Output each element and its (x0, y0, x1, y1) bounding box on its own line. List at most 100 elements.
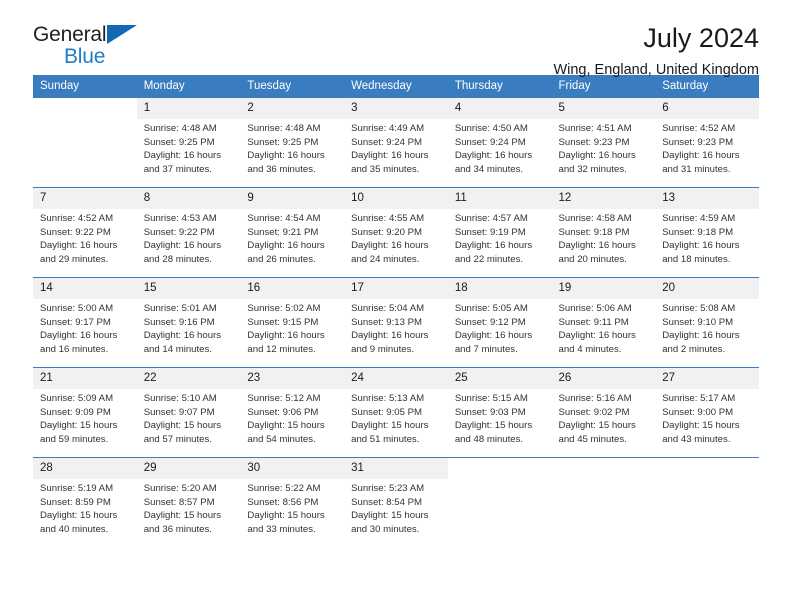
calendar-day-cell[interactable]: 16 Sunrise: 5:02 AM Sunset: 9:15 PM Dayligh… (240, 277, 345, 368)
day-cell-inner: 3 Sunrise: 4:49 AM Sunset: 9:24 PM Daylight… (344, 98, 448, 187)
daylight-line2-text: and 35 minutes. (351, 163, 420, 175)
calendar-day-cell[interactable]: 21 Sunrise: 5:09 AM Sunset: 9:09 PM Dayligh… (33, 367, 137, 458)
daylight-line2-text: and 18 minutes. (662, 253, 731, 265)
calendar-day-cell[interactable]: 24 Sunrise: 5:13 AM Sunset: 9:05 PM Dayligh… (344, 367, 448, 458)
calendar-day-cell[interactable]: 31 Sunrise: 5:23 AM Sunset: 8:54 PM Dayligh… (344, 457, 448, 548)
day-cell-inner (33, 98, 137, 187)
day-number: 30 (240, 458, 345, 479)
day-cell-inner: 31 Sunrise: 5:23 AM Sunset: 8:54 PM Dayligh… (344, 458, 448, 548)
sunset-text: Sunset: 9:09 PM (40, 406, 111, 418)
calendar-day-cell[interactable]: 28 Sunrise: 5:19 AM Sunset: 8:59 PM Dayligh… (33, 457, 137, 548)
day-number: 1 (136, 98, 241, 119)
generalblue-logo[interactable]: General Blue (33, 24, 233, 72)
sunset-text: Sunset: 9:11 PM (558, 316, 629, 328)
calendar-day-cell[interactable]: 11 Sunrise: 4:57 AM Sunset: 9:19 PM Dayligh… (447, 187, 552, 278)
daylight-line1-text: Daylight: 16 hours (143, 150, 222, 162)
sunrise-text: Sunrise: 4:52 AM (662, 123, 736, 134)
sunrise-text: Sunrise: 5:20 AM (143, 483, 217, 494)
calendar-day-cell[interactable]: 20 Sunrise: 5:08 AM Sunset: 9:10 PM Dayligh… (655, 277, 759, 368)
sunrise-text: Sunrise: 4:54 AM (247, 213, 321, 224)
daylight-line2-text: and 48 minutes. (454, 433, 524, 445)
daylight-line1-text: Daylight: 15 hours (351, 420, 429, 432)
sunset-text: Sunset: 9:25 PM (247, 136, 319, 148)
sunset-text: Sunset: 9:00 PM (662, 406, 734, 418)
day-number: 22 (136, 368, 241, 389)
daylight-line1-text: Daylight: 15 hours (143, 420, 222, 432)
calendar-day-cell[interactable]: 17 Sunrise: 5:04 AM Sunset: 9:13 PM Dayligh… (344, 277, 448, 368)
sunset-text: Sunset: 9:13 PM (351, 316, 423, 328)
calendar-day-cell[interactable]: 14 Sunrise: 5:00 AM Sunset: 9:17 PM Dayligh… (33, 277, 137, 368)
calendar-body: 1 Sunrise: 4:48 AM Sunset: 9:25 PM Daylight… (33, 97, 759, 548)
day-cell-inner: 22 Sunrise: 5:10 AM Sunset: 9:07 PM Dayligh… (136, 368, 241, 457)
day-cell-inner: 19 Sunrise: 5:06 AM Sunset: 9:11 PM Dayligh… (551, 278, 656, 367)
day-number (655, 458, 759, 479)
daylight-line1-text: Daylight: 16 hours (454, 150, 533, 162)
calendar-day-cell[interactable]: 9 Sunrise: 4:54 AM Sunset: 9:21 PM Daylight… (240, 187, 345, 278)
daylight-line1-text: Daylight: 15 hours (247, 510, 325, 522)
calendar-day-cell[interactable]: 27 Sunrise: 5:17 AM Sunset: 9:00 PM Dayligh… (655, 367, 759, 458)
sunset-text: Sunset: 9:23 PM (662, 136, 734, 148)
calendar-day-cell[interactable]: 13 Sunrise: 4:59 AM Sunset: 9:18 PM Dayligh… (655, 187, 759, 278)
day-number: 5 (551, 98, 656, 119)
daylight-line1-text: Daylight: 16 hours (247, 150, 325, 162)
sunrise-text: Sunrise: 5:10 AM (143, 393, 217, 404)
calendar-day-cell[interactable]: 5 Sunrise: 4:51 AM Sunset: 9:23 PM Daylight… (551, 97, 656, 188)
day-cell-inner: 26 Sunrise: 5:16 AM Sunset: 9:02 PM Dayligh… (551, 368, 656, 457)
sunset-text: Sunset: 9:15 PM (247, 316, 319, 328)
calendar-day-cell[interactable]: 26 Sunrise: 5:16 AM Sunset: 9:02 PM Dayligh… (551, 367, 656, 458)
daylight-line2-text: and 20 minutes. (558, 253, 627, 265)
calendar-day-cell[interactable]: 29 Sunrise: 5:20 AM Sunset: 8:57 PM Dayligh… (136, 457, 241, 548)
day-details: Sunrise: 5:10 AM Sunset: 9:07 PM Daylight:… (137, 389, 241, 446)
calendar-day-cell[interactable]: 23 Sunrise: 5:12 AM Sunset: 9:06 PM Dayligh… (240, 367, 345, 458)
day-cell-inner: 9 Sunrise: 4:54 AM Sunset: 9:21 PM Daylight… (240, 188, 345, 277)
calendar-week-row: 21 Sunrise: 5:09 AM Sunset: 9:09 PM Dayligh… (33, 367, 759, 458)
calendar-day-cell[interactable]: 7 Sunrise: 4:52 AM Sunset: 9:22 PM Daylight… (33, 187, 137, 278)
day-details (33, 119, 137, 122)
calendar-week-row: 28 Sunrise: 5:19 AM Sunset: 8:59 PM Dayligh… (33, 457, 759, 548)
daylight-line2-text: and 51 minutes. (351, 433, 420, 445)
daylight-line1-text: Daylight: 16 hours (351, 330, 429, 342)
calendar-day-cell[interactable]: 8 Sunrise: 4:53 AM Sunset: 9:22 PM Daylight… (136, 187, 241, 278)
day-number: 8 (136, 188, 241, 209)
sunrise-text: Sunrise: 5:22 AM (247, 483, 321, 494)
sunrise-text: Sunrise: 4:52 AM (40, 213, 114, 224)
sunrise-text: Sunrise: 5:06 AM (558, 303, 632, 314)
calendar-day-cell[interactable]: 3 Sunrise: 4:49 AM Sunset: 9:24 PM Daylight… (344, 97, 448, 188)
page-title: July 2024 (643, 23, 759, 53)
daylight-line1-text: Daylight: 15 hours (558, 420, 636, 432)
day-number: 14 (33, 278, 137, 299)
daylight-line2-text: and 57 minutes. (143, 433, 212, 445)
sunset-text: Sunset: 9:03 PM (454, 406, 526, 418)
daylight-line2-text: and 12 minutes. (247, 343, 316, 355)
sunrise-text: Sunrise: 4:49 AM (351, 123, 425, 134)
day-cell-inner: 1 Sunrise: 4:48 AM Sunset: 9:25 PM Daylight… (136, 98, 241, 187)
calendar-day-cell[interactable]: 12 Sunrise: 4:58 AM Sunset: 9:18 PM Dayligh… (551, 187, 656, 278)
calendar-day-cell[interactable]: 25 Sunrise: 5:15 AM Sunset: 9:03 PM Dayligh… (447, 367, 552, 458)
day-number: 12 (551, 188, 656, 209)
calendar-day-cell[interactable]: 1 Sunrise: 4:48 AM Sunset: 9:25 PM Daylight… (136, 97, 241, 188)
calendar-day-cell[interactable]: 22 Sunrise: 5:10 AM Sunset: 9:07 PM Dayligh… (136, 367, 241, 458)
daylight-line1-text: Daylight: 15 hours (143, 510, 222, 522)
calendar-week-row: 1 Sunrise: 4:48 AM Sunset: 9:25 PM Daylight… (33, 97, 759, 188)
calendar-day-cell[interactable]: 4 Sunrise: 4:50 AM Sunset: 9:24 PM Daylight… (447, 97, 552, 188)
calendar-day-cell[interactable]: 10 Sunrise: 4:55 AM Sunset: 9:20 PM Dayligh… (344, 187, 448, 278)
day-number: 26 (551, 368, 656, 389)
page-header: General Blue July 2024 Wing, England, Un… (33, 0, 759, 78)
sunset-text: Sunset: 8:57 PM (143, 496, 215, 508)
sunset-text: Sunset: 9:22 PM (143, 226, 215, 238)
day-details: Sunrise: 5:22 AM Sunset: 8:56 PM Daylight:… (240, 479, 344, 536)
calendar-day-cell[interactable]: 19 Sunrise: 5:06 AM Sunset: 9:11 PM Dayligh… (551, 277, 656, 368)
day-cell-inner: 29 Sunrise: 5:20 AM Sunset: 8:57 PM Dayligh… (136, 458, 241, 548)
calendar-day-cell[interactable]: 30 Sunrise: 5:22 AM Sunset: 8:56 PM Dayligh… (240, 457, 345, 548)
sunset-text: Sunset: 8:59 PM (40, 496, 111, 508)
daylight-line2-text: and 4 minutes. (558, 343, 622, 355)
calendar-day-cell[interactable]: 2 Sunrise: 4:48 AM Sunset: 9:25 PM Daylight… (240, 97, 345, 188)
daylight-line1-text: Daylight: 16 hours (247, 330, 325, 342)
day-number: 18 (447, 278, 552, 299)
sunrise-text: Sunrise: 5:02 AM (247, 303, 321, 314)
calendar-day-cell[interactable]: 6 Sunrise: 4:52 AM Sunset: 9:23 PM Daylight… (655, 97, 759, 188)
daylight-line1-text: Daylight: 16 hours (351, 240, 429, 252)
calendar-day-cell[interactable]: 18 Sunrise: 5:05 AM Sunset: 9:12 PM Dayligh… (447, 277, 552, 368)
sunrise-text: Sunrise: 5:04 AM (351, 303, 425, 314)
calendar-day-cell[interactable]: 15 Sunrise: 5:01 AM Sunset: 9:16 PM Dayligh… (136, 277, 241, 368)
